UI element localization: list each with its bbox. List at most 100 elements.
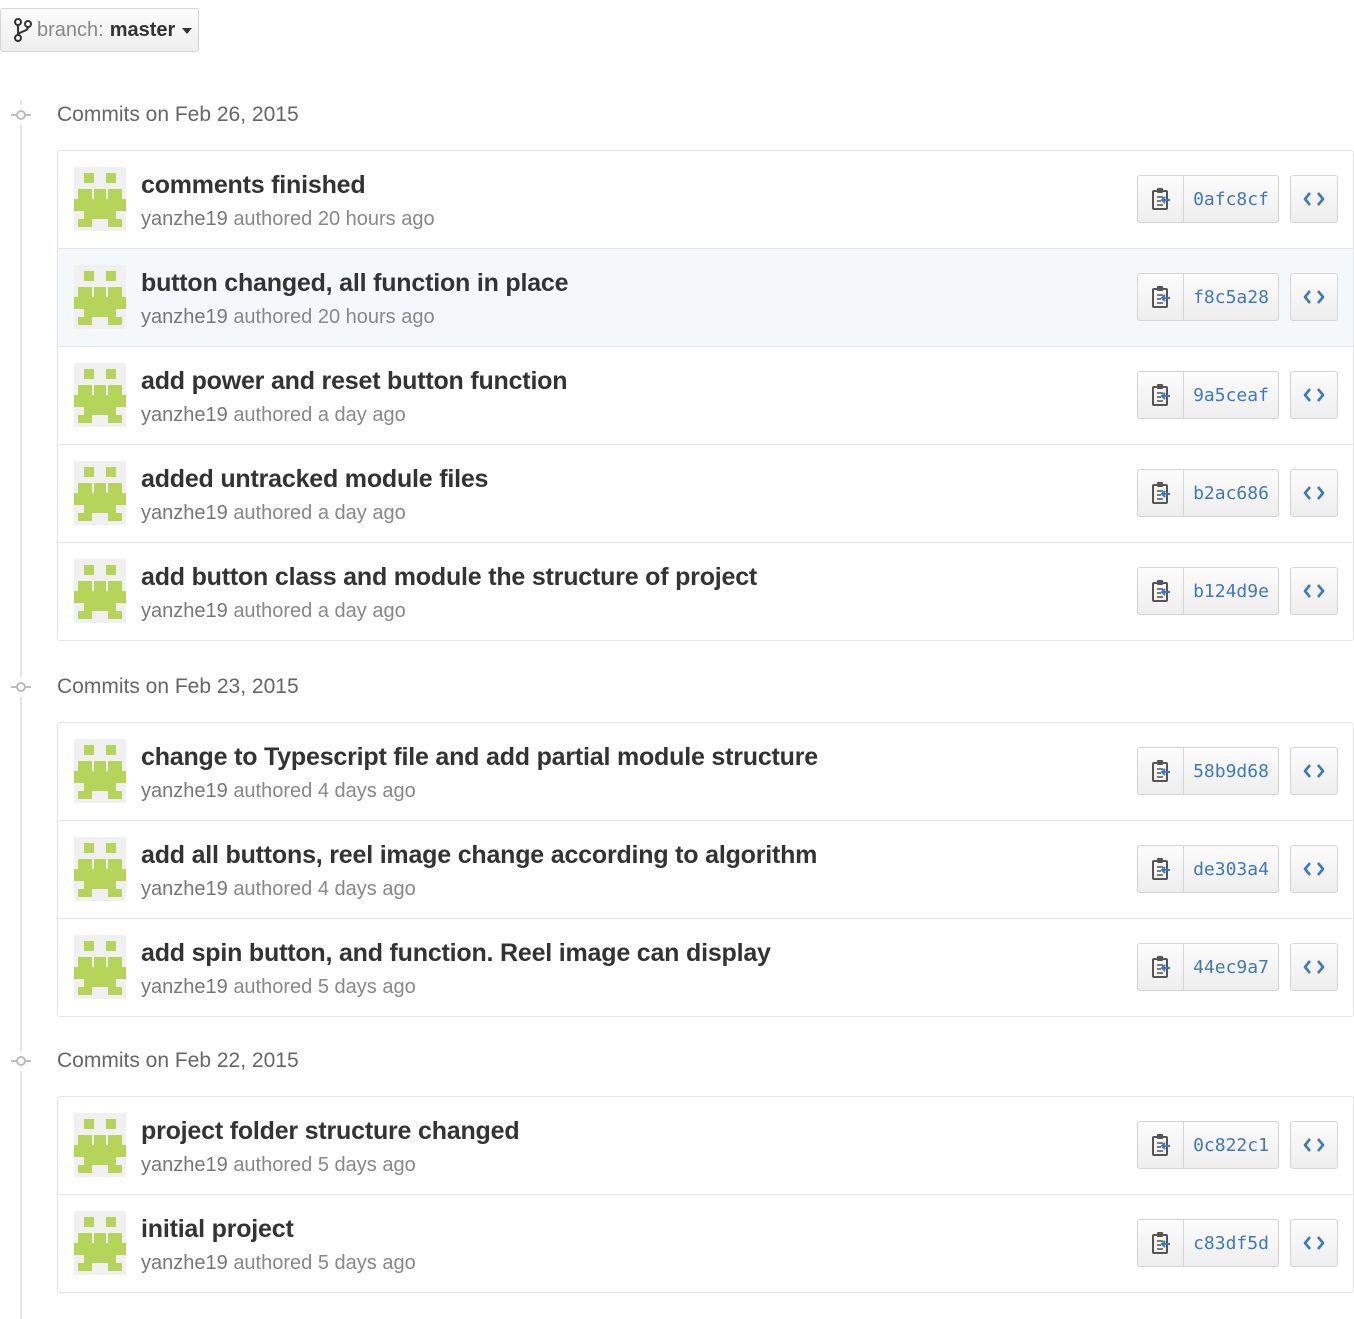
commit-list: change to Typescript file and add partia… xyxy=(57,722,1354,1017)
commit-message-link[interactable]: add spin button, and function. Reel imag… xyxy=(141,939,771,968)
browse-code-button[interactable] xyxy=(1290,371,1338,419)
browse-code-button[interactable] xyxy=(1290,175,1338,223)
commit-message-link[interactable]: initial project xyxy=(141,1215,294,1244)
author-avatar[interactable] xyxy=(74,1113,126,1177)
commit-sha-link[interactable]: b124d9e xyxy=(1184,568,1278,614)
commit-row: add all buttons, reel image change accor… xyxy=(58,820,1353,918)
commit-sha-group: 58b9d68 xyxy=(1137,747,1279,795)
clippy-icon xyxy=(1150,1231,1172,1255)
commit-sha-link[interactable]: de303a4 xyxy=(1184,846,1278,892)
copy-sha-button[interactable] xyxy=(1138,748,1184,794)
author-avatar[interactable] xyxy=(74,739,126,803)
copy-sha-button[interactable] xyxy=(1138,1220,1184,1266)
commit-author-link[interactable]: yanzhe19 xyxy=(141,502,228,524)
commit-time: 5 days ago xyxy=(317,976,416,998)
commit-sha-group: 44ec9a7 xyxy=(1137,943,1279,991)
commit-message-link[interactable]: button changed, all function in place xyxy=(141,269,569,298)
commit-author-link[interactable]: yanzhe19 xyxy=(141,780,228,802)
browse-code-button[interactable] xyxy=(1290,943,1338,991)
commit-group-title: Commits on Feb 23, 2015 xyxy=(57,675,299,698)
commit-message-link[interactable]: comments finished xyxy=(141,171,366,200)
commit-author-link[interactable]: yanzhe19 xyxy=(141,878,228,900)
commit-verb: authored xyxy=(233,1252,313,1274)
commit-sha-link[interactable]: 44ec9a7 xyxy=(1184,944,1278,990)
browse-code-button[interactable] xyxy=(1290,845,1338,893)
author-avatar[interactable] xyxy=(74,935,126,999)
browse-code-button[interactable] xyxy=(1290,469,1338,517)
commit-sha-group: f8c5a28 xyxy=(1137,273,1279,321)
commit-row: add button class and module the structur… xyxy=(58,542,1353,640)
commit-sha-group: de303a4 xyxy=(1137,845,1279,893)
copy-sha-button[interactable] xyxy=(1138,846,1184,892)
git-commit-icon xyxy=(11,105,31,125)
author-avatar[interactable] xyxy=(74,1211,126,1275)
commit-sha-link[interactable]: 0c822c1 xyxy=(1184,1122,1278,1168)
commit-row: button changed, all function in place yan… xyxy=(58,248,1353,346)
commit-time: 5 days ago xyxy=(317,1252,416,1274)
commit-author-link[interactable]: yanzhe19 xyxy=(141,976,228,998)
commit-author-link[interactable]: yanzhe19 xyxy=(141,1252,228,1274)
commit-author-link[interactable]: yanzhe19 xyxy=(141,600,228,622)
commit-message-link[interactable]: project folder structure changed xyxy=(141,1117,520,1146)
clippy-icon xyxy=(1150,857,1172,881)
code-icon xyxy=(1303,582,1325,600)
branch-select-button[interactable]: branch: master xyxy=(0,8,199,52)
commit-message-link[interactable]: add all buttons, reel image change accor… xyxy=(141,841,817,870)
commit-time: 20 hours ago xyxy=(317,208,435,230)
commit-list: project folder structure changed yanzhe19… xyxy=(57,1096,1354,1293)
commit-verb: authored xyxy=(233,404,313,426)
code-icon xyxy=(1303,190,1325,208)
branch-name: master xyxy=(109,18,176,41)
author-avatar[interactable] xyxy=(74,265,126,329)
commit-sha-group: c83df5d xyxy=(1137,1219,1279,1267)
commit-author-link[interactable]: yanzhe19 xyxy=(141,208,228,230)
copy-sha-button[interactable] xyxy=(1138,944,1184,990)
browse-code-button[interactable] xyxy=(1290,1219,1338,1267)
author-avatar[interactable] xyxy=(74,559,126,623)
clippy-icon xyxy=(1150,1133,1172,1157)
commit-row: project folder structure changed yanzhe19… xyxy=(58,1097,1353,1194)
copy-sha-button[interactable] xyxy=(1138,372,1184,418)
commit-meta: yanzhe19 authored 4 days ago xyxy=(141,878,416,901)
commit-time: 4 days ago xyxy=(317,878,416,900)
commit-sha-link[interactable]: c83df5d xyxy=(1184,1220,1278,1266)
author-avatar[interactable] xyxy=(74,167,126,231)
author-avatar[interactable] xyxy=(74,837,126,901)
browse-code-button[interactable] xyxy=(1290,747,1338,795)
author-avatar[interactable] xyxy=(74,461,126,525)
copy-sha-button[interactable] xyxy=(1138,274,1184,320)
code-icon xyxy=(1303,288,1325,306)
copy-sha-button[interactable] xyxy=(1138,568,1184,614)
commit-verb: authored xyxy=(233,208,313,230)
browse-code-button[interactable] xyxy=(1290,567,1338,615)
clippy-icon xyxy=(1150,481,1172,505)
commit-message-link[interactable]: change to Typescript file and add partia… xyxy=(141,743,818,772)
code-icon xyxy=(1303,1234,1325,1252)
copy-sha-button[interactable] xyxy=(1138,470,1184,516)
clippy-icon xyxy=(1150,187,1172,211)
commit-author-link[interactable]: yanzhe19 xyxy=(141,1154,228,1176)
commit-sha-link[interactable]: b2ac686 xyxy=(1184,470,1278,516)
commit-row: change to Typescript file and add partia… xyxy=(58,723,1353,820)
commit-sha-link[interactable]: 58b9d68 xyxy=(1184,748,1278,794)
commit-message-link[interactable]: add button class and module the structur… xyxy=(141,563,757,592)
browse-code-button[interactable] xyxy=(1290,1121,1338,1169)
browse-code-button[interactable] xyxy=(1290,273,1338,321)
copy-sha-button[interactable] xyxy=(1138,1122,1184,1168)
commit-sha-group: 0afc8cf xyxy=(1137,175,1279,223)
copy-sha-button[interactable] xyxy=(1138,176,1184,222)
commit-sha-link[interactable]: f8c5a28 xyxy=(1184,274,1278,320)
commit-message-link[interactable]: added untracked module files xyxy=(141,465,488,494)
commit-author-link[interactable]: yanzhe19 xyxy=(141,404,228,426)
git-commit-icon xyxy=(11,677,31,697)
commit-sha-link[interactable]: 0afc8cf xyxy=(1184,176,1278,222)
clippy-icon xyxy=(1150,955,1172,979)
commit-sha-link[interactable]: 9a5ceaf xyxy=(1184,372,1278,418)
commit-group-title: Commits on Feb 22, 2015 xyxy=(57,1049,299,1072)
author-avatar[interactable] xyxy=(74,363,126,427)
clippy-icon xyxy=(1150,383,1172,407)
commit-author-link[interactable]: yanzhe19 xyxy=(141,306,228,328)
commit-row: add power and reset button function yanzh… xyxy=(58,346,1353,444)
commit-row: initial project yanzhe19 authored 5 days … xyxy=(58,1194,1353,1292)
commit-message-link[interactable]: add power and reset button function xyxy=(141,367,568,396)
